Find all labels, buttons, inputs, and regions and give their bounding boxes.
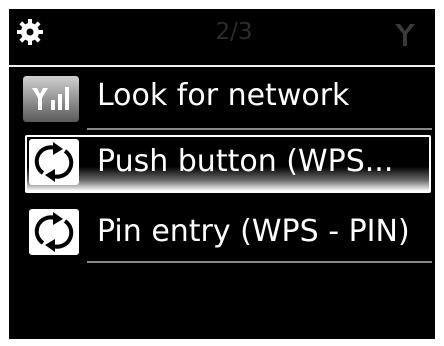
antenna-icon xyxy=(395,24,415,46)
wps-icon xyxy=(29,139,79,185)
gear-icon[interactable] xyxy=(17,19,43,45)
menu-item-pin-entry-wps[interactable]: Pin entry (WPS - PIN) xyxy=(9,203,435,265)
page-indicator: 2/3 xyxy=(215,19,253,45)
signal-bars-icon xyxy=(23,76,79,122)
menu-item-push-button-wps[interactable]: Push button (WPS... xyxy=(9,133,435,195)
row-divider xyxy=(87,261,432,263)
menu-item-look-for-network[interactable]: Look for network xyxy=(9,67,435,130)
menu-item-label: Pin entry (WPS - PIN) xyxy=(97,214,410,249)
device-screen: 2/3 Look for network Push button (WPS...… xyxy=(9,9,435,339)
status-bar: 2/3 xyxy=(9,9,435,59)
menu-item-label: Push button (WPS... xyxy=(97,144,394,179)
menu-item-label: Look for network xyxy=(97,78,350,113)
wps-icon xyxy=(29,209,79,255)
row-divider xyxy=(87,128,432,130)
